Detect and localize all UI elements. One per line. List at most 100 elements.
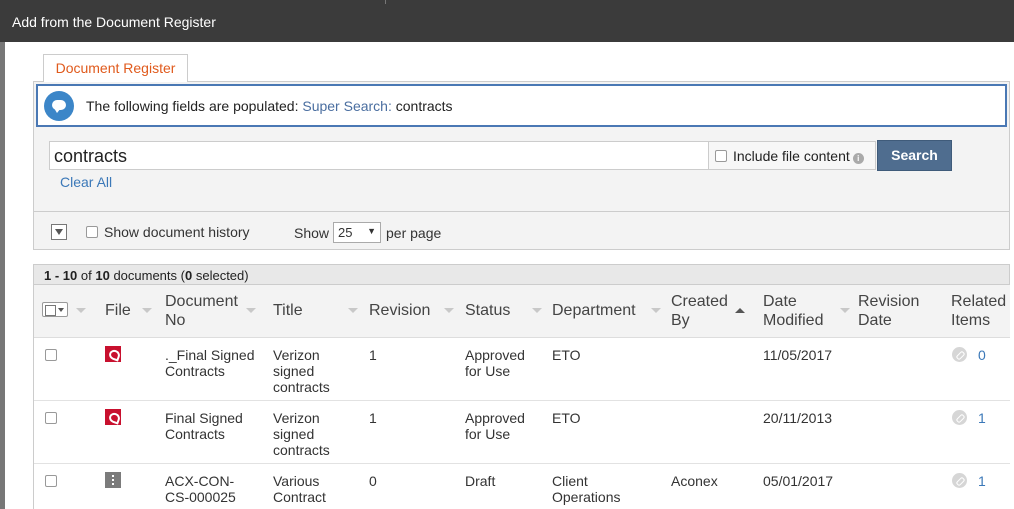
cell-document-no[interactable]: ACX-CON- CS-000025	[165, 473, 236, 505]
header-status-label: Status	[465, 302, 511, 319]
include-file-content-checkbox[interactable]	[715, 150, 727, 162]
table-row[interactable]: Final Signed Contracts Verizon signed contr…	[34, 401, 1010, 464]
related-items-count[interactable]: 1	[978, 473, 986, 489]
status-line: Draft	[465, 473, 496, 489]
results-summary: 1 - 10 of 10 documents (0 selected)	[34, 264, 1010, 285]
header-revision-date-line1: Revision	[858, 293, 920, 310]
sort-arrow-icon	[348, 308, 358, 313]
tab-document-register[interactable]: Document Register	[43, 54, 188, 82]
cell-title: Verizon signed contracts	[273, 347, 330, 395]
sort-arrow-icon	[532, 308, 542, 313]
expand-toggle-icon[interactable]	[51, 224, 67, 240]
department-line: Operations	[552, 489, 621, 505]
header-created-by-line1: Created	[671, 293, 728, 310]
table-row[interactable]: ACX-CON- CS-000025 Various Contract 0 Draf…	[34, 464, 1010, 509]
notice-field-value: contracts	[395, 98, 453, 114]
populated-fields-notice: The following fields are populated: Supe…	[36, 84, 1007, 127]
header-file[interactable]: File	[94, 285, 162, 338]
cell-department: ETO	[552, 410, 581, 426]
header-file-label: File	[105, 302, 131, 319]
pdf-file-icon[interactable]	[105, 346, 121, 362]
search-button[interactable]: Search	[877, 140, 952, 171]
pdf-file-icon[interactable]	[105, 409, 121, 425]
cell-date-modified: 20/11/2013	[763, 410, 833, 426]
results-total: 10	[95, 268, 110, 283]
dialog-title: Add from the Document Register	[12, 14, 216, 30]
header-related-items[interactable]: Related Items	[951, 285, 1010, 338]
title-line: contracts	[273, 442, 330, 458]
search-button-label: Search	[891, 147, 938, 163]
super-search-value: contracts	[54, 146, 128, 166]
sort-arrow-icon	[246, 308, 256, 313]
cell-document-no[interactable]: Final Signed Contracts	[165, 410, 243, 442]
title-line: Verizon	[273, 410, 320, 426]
super-search-input[interactable]: contracts	[49, 141, 709, 170]
dialog-body: Document Register The following fields a…	[5, 42, 1014, 509]
include-file-content-label: Include file content	[733, 148, 850, 164]
header-revision-date[interactable]: Revision Date	[855, 285, 951, 338]
header-department[interactable]: Department	[549, 285, 668, 338]
per-page-value: 25	[338, 225, 353, 240]
dialog-title-bar: Add from the Document Register	[0, 0, 1014, 42]
header-date-modified-line1: Date	[763, 293, 797, 310]
header-date-modified[interactable]: Date Modified	[760, 285, 855, 338]
table-row[interactable]: ._Final Signed Contracts Verizon signed con…	[34, 338, 1010, 401]
header-status[interactable]: Status	[462, 285, 549, 338]
results-documents-label: documents	[113, 268, 178, 283]
cell-status: Approved for Use	[465, 410, 525, 442]
show-history-option: Show document history	[86, 224, 250, 240]
document-no-line: ACX-CON-	[165, 473, 235, 489]
results-panel: 1 - 10 of 10 documents (0 selected) File…	[33, 264, 1010, 509]
header-created-by-line2: By	[671, 312, 690, 329]
title-line: Contract	[273, 489, 326, 505]
header-document-no-line2: No	[165, 312, 186, 329]
document-no-line: CS-000025	[165, 489, 236, 505]
select-all-dropdown[interactable]	[42, 302, 68, 317]
related-items-count[interactable]: 0	[978, 347, 986, 363]
link-icon	[952, 410, 967, 425]
row-checkbox[interactable]	[45, 349, 57, 361]
header-created-by[interactable]: Created By	[668, 285, 760, 338]
status-line: for Use	[465, 426, 511, 442]
show-history-checkbox[interactable]	[86, 226, 98, 238]
sort-arrow-icon	[142, 308, 152, 313]
header-department-label: Department	[552, 302, 636, 319]
sort-arrow-icon	[444, 308, 454, 313]
zip-file-icon[interactable]	[105, 472, 121, 488]
cell-created-by: Aconex	[671, 473, 718, 489]
header-select-all[interactable]	[34, 285, 94, 338]
cell-revision: 0	[369, 473, 377, 489]
status-line: Approved	[465, 410, 525, 426]
per-page-select[interactable]: 25 ▼	[333, 222, 381, 243]
sort-ascending-icon	[735, 308, 745, 313]
cell-revision: 1	[369, 410, 377, 426]
sort-arrow-icon	[651, 308, 661, 313]
title-line: contracts	[273, 379, 330, 395]
cell-title: Verizon signed contracts	[273, 410, 330, 458]
info-icon[interactable]: i	[852, 153, 864, 164]
header-revision-label: Revision	[369, 302, 431, 319]
row-checkbox[interactable]	[45, 412, 57, 424]
header-document-no[interactable]: Document No	[162, 285, 270, 338]
cell-status: Approved for Use	[465, 347, 525, 379]
header-related-items-line1: Related	[951, 293, 1007, 310]
row-checkbox[interactable]	[45, 475, 57, 487]
show-history-label: Show document history	[104, 224, 250, 240]
header-revision[interactable]: Revision	[366, 285, 462, 338]
status-line: for Use	[465, 363, 511, 379]
cell-document-no[interactable]: ._Final Signed Contracts	[165, 347, 255, 379]
header-title[interactable]: Title	[270, 285, 366, 338]
title-line: Verizon	[273, 347, 320, 363]
background-divider	[385, 0, 386, 4]
link-icon	[952, 473, 967, 488]
cell-revision: 1	[369, 347, 377, 363]
document-no-line: Contracts	[165, 363, 225, 379]
results-range: 1 - 10	[44, 268, 78, 283]
header-document-no-line1: Document	[165, 293, 238, 310]
search-panel: The following fields are populated: Supe…	[33, 81, 1010, 250]
include-file-content-option: Include file content i	[709, 141, 876, 170]
related-items-count[interactable]: 1	[978, 410, 986, 426]
clear-all-link[interactable]: Clear All	[60, 174, 112, 190]
cell-department: ETO	[552, 347, 581, 363]
sort-arrow-icon	[76, 308, 86, 313]
